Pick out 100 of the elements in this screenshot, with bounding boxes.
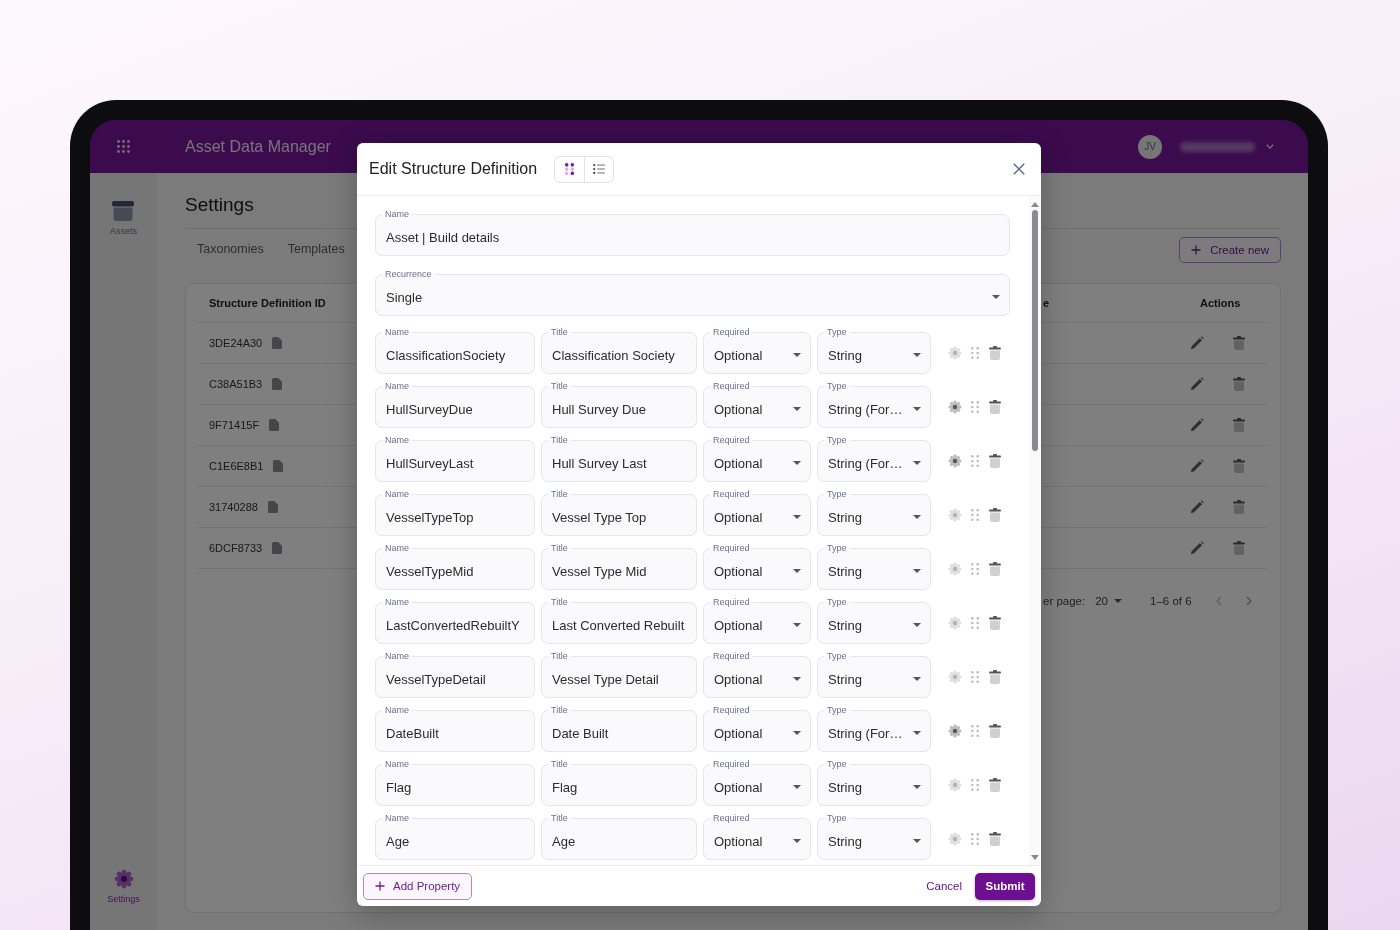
required-select[interactable]: Required Optional xyxy=(703,813,811,860)
name-field[interactable]: Name HullSurveyDue xyxy=(375,381,535,428)
gear-icon[interactable] xyxy=(948,400,962,414)
name-field[interactable]: Name VesselTypeDetail xyxy=(375,651,535,698)
drag-handle-icon[interactable] xyxy=(971,455,979,467)
trash-icon[interactable] xyxy=(1233,459,1245,473)
cancel-button[interactable]: Cancel xyxy=(926,880,962,892)
pencil-icon[interactable] xyxy=(1190,336,1204,350)
gear-icon[interactable] xyxy=(948,724,962,738)
type-select[interactable]: Type String xyxy=(817,759,931,806)
drag-handle-icon[interactable] xyxy=(971,725,979,737)
required-select[interactable]: Required Optional xyxy=(703,543,811,590)
name-field[interactable]: Name LastConvertedRebuiltY xyxy=(375,597,535,644)
trash-icon[interactable] xyxy=(989,400,1001,414)
title-field[interactable]: Title Age xyxy=(541,813,697,860)
trash-icon[interactable] xyxy=(989,508,1001,522)
title-field[interactable]: Title Hull Survey Last xyxy=(541,435,697,482)
required-select[interactable]: Required Optional xyxy=(703,327,811,374)
drag-handle-icon[interactable] xyxy=(971,617,979,629)
drag-handle-icon[interactable] xyxy=(971,509,979,521)
drag-handle-icon[interactable] xyxy=(971,833,979,845)
chevron-right-icon[interactable] xyxy=(1245,596,1252,606)
close-icon[interactable] xyxy=(1013,163,1025,175)
name-field[interactable]: Name Age xyxy=(375,813,535,860)
title-field[interactable]: Title Hull Survey Due xyxy=(541,381,697,428)
create-new-button[interactable]: Create new xyxy=(1179,237,1281,263)
name-field[interactable]: Name Flag xyxy=(375,759,535,806)
trash-icon[interactable] xyxy=(989,832,1001,846)
scroll-up-icon[interactable] xyxy=(1031,202,1039,207)
document-icon[interactable] xyxy=(272,337,283,349)
type-select[interactable]: Type String xyxy=(817,489,931,536)
name-field[interactable]: Name VesselTypeTop xyxy=(375,489,535,536)
scroll-down-icon[interactable] xyxy=(1031,855,1039,860)
gear-icon[interactable] xyxy=(948,454,962,468)
drag-handle-icon[interactable] xyxy=(971,401,979,413)
name-field[interactable]: Name ClassificationSociety xyxy=(375,327,535,374)
name-field[interactable]: Name HullSurveyLast xyxy=(375,435,535,482)
type-select[interactable]: Type String xyxy=(817,327,931,374)
document-icon[interactable] xyxy=(269,419,280,431)
trash-icon[interactable] xyxy=(989,562,1001,576)
trash-icon[interactable] xyxy=(1233,418,1245,432)
required-select[interactable]: Required Optional xyxy=(703,381,811,428)
title-field[interactable]: Title Classification Society xyxy=(541,327,697,374)
title-field[interactable]: Title Vessel Type Detail xyxy=(541,651,697,698)
table-cell: C38A51B3 xyxy=(209,378,263,390)
apps-grid-icon[interactable] xyxy=(117,140,130,153)
rows-per-page-select[interactable]: 20 xyxy=(1095,595,1122,607)
required-select[interactable]: Required Optional xyxy=(703,489,811,536)
type-select[interactable]: Type String xyxy=(817,543,931,590)
trash-icon[interactable] xyxy=(989,778,1001,792)
title-field[interactable]: Title Vessel Type Mid xyxy=(541,543,697,590)
type-select[interactable]: Type String (For… xyxy=(817,705,931,752)
drag-handle-icon[interactable] xyxy=(971,671,979,683)
type-select[interactable]: Type String xyxy=(817,651,931,698)
trash-icon[interactable] xyxy=(989,670,1001,684)
required-select[interactable]: Required Optional xyxy=(703,705,811,752)
table-cell: 6DCF8733 xyxy=(209,542,263,554)
title-field[interactable]: Title Last Converted Rebuilt xyxy=(541,597,697,644)
pencil-icon[interactable] xyxy=(1190,500,1204,514)
name-field[interactable]: Name DateBuilt xyxy=(375,705,535,752)
pencil-icon[interactable] xyxy=(1190,459,1204,473)
pencil-icon[interactable] xyxy=(1190,541,1204,555)
required-select[interactable]: Required Optional xyxy=(703,435,811,482)
document-icon[interactable] xyxy=(273,460,284,472)
pencil-icon[interactable] xyxy=(1190,418,1204,432)
trash-icon[interactable] xyxy=(1233,541,1245,555)
required-select[interactable]: Required Optional xyxy=(703,759,811,806)
type-select[interactable]: Type String xyxy=(817,597,931,644)
caret-icon xyxy=(913,515,921,519)
caret-icon xyxy=(793,569,801,573)
title-field[interactable]: Title Flag xyxy=(541,759,697,806)
add-property-button[interactable]: Add Property xyxy=(363,872,473,900)
drag-handle-icon[interactable] xyxy=(971,563,979,575)
recurrence-select[interactable]: Recurrence Single xyxy=(375,269,1010,316)
type-select[interactable]: Type String (For… xyxy=(817,435,931,482)
field-label: Type xyxy=(826,543,848,553)
trash-icon[interactable] xyxy=(989,454,1001,468)
name-field[interactable]: Name Asset | Build details xyxy=(375,209,1010,256)
submit-button[interactable]: Submit xyxy=(975,872,1035,900)
trash-icon[interactable] xyxy=(989,346,1001,360)
scrollbar-thumb[interactable] xyxy=(1032,210,1038,451)
trash-icon[interactable] xyxy=(1233,500,1245,514)
drag-handle-icon[interactable] xyxy=(971,779,979,791)
type-select[interactable]: Type String xyxy=(817,813,931,860)
trash-icon[interactable] xyxy=(1233,336,1245,350)
trash-icon[interactable] xyxy=(989,724,1001,738)
drag-handle-icon[interactable] xyxy=(971,347,979,359)
type-select[interactable]: Type String (For… xyxy=(817,381,931,428)
title-field[interactable]: Title Date Built xyxy=(541,705,697,752)
trash-icon[interactable] xyxy=(1233,377,1245,391)
document-icon[interactable] xyxy=(267,501,278,513)
title-field[interactable]: Title Vessel Type Top xyxy=(541,489,697,536)
document-icon[interactable] xyxy=(272,542,283,554)
name-field[interactable]: Name VesselTypeMid xyxy=(375,543,535,590)
chevron-down-icon[interactable] xyxy=(1266,144,1274,149)
document-icon[interactable] xyxy=(272,378,283,390)
pencil-icon[interactable] xyxy=(1190,377,1204,391)
required-select[interactable]: Required Optional xyxy=(703,597,811,644)
required-select[interactable]: Required Optional xyxy=(703,651,811,698)
trash-icon[interactable] xyxy=(989,616,1001,630)
